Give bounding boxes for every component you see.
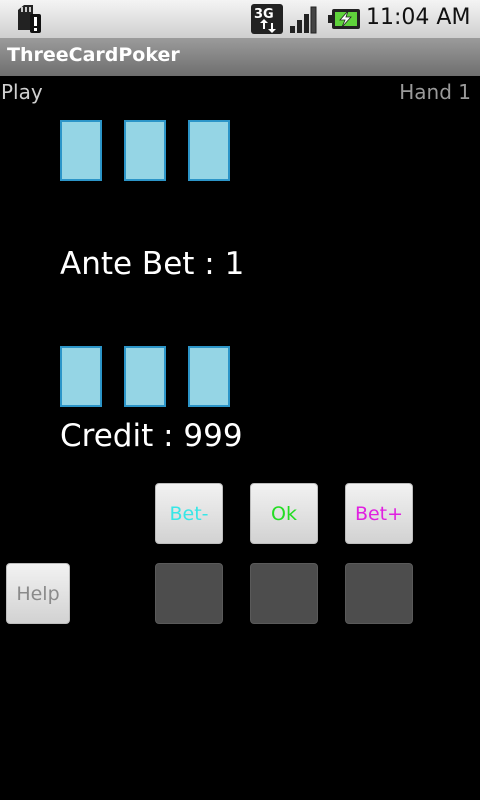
bet-plus-label: Bet+ [354, 502, 404, 525]
status-time: 11:04 AM [366, 5, 471, 30]
ok-label: Ok [271, 502, 297, 525]
ok-button[interactable]: Ok [250, 483, 318, 544]
ante-bet-text: Ante Bet : 1 [60, 246, 245, 282]
dealer-card-3 [188, 120, 230, 181]
network-3g-icon: 3G [251, 4, 283, 34]
dealer-card-1 [60, 120, 102, 181]
hand-label: Hand 1 [399, 80, 471, 104]
help-button[interactable]: Help [6, 563, 70, 624]
empty-slot-button-2[interactable] [250, 563, 318, 624]
signal-icon [290, 6, 317, 34]
dealer-card-2 [124, 120, 166, 181]
title-bar: ThreeCardPoker [0, 39, 480, 76]
battery-charging-icon [328, 9, 360, 29]
bet-minus-button[interactable]: Bet- [155, 483, 223, 544]
sd-card-alert-icon [18, 5, 41, 33]
status-bar: 3G 11:04 AM [0, 0, 480, 39]
bet-minus-label: Bet- [169, 502, 209, 525]
app-title: ThreeCardPoker [7, 44, 180, 66]
empty-slot-button-1[interactable] [155, 563, 223, 624]
player-card-1[interactable] [60, 346, 102, 407]
credit-text: Credit : 999 [60, 418, 243, 454]
player-card-3[interactable] [188, 346, 230, 407]
bet-plus-button[interactable]: Bet+ [345, 483, 413, 544]
empty-slot-button-3[interactable] [345, 563, 413, 624]
help-label: Help [16, 582, 60, 605]
app-screen: 3G 11:04 AM ThreeCardPoker Play Hand 1 A… [0, 0, 480, 800]
play-label: Play [1, 80, 43, 104]
player-card-2[interactable] [124, 346, 166, 407]
